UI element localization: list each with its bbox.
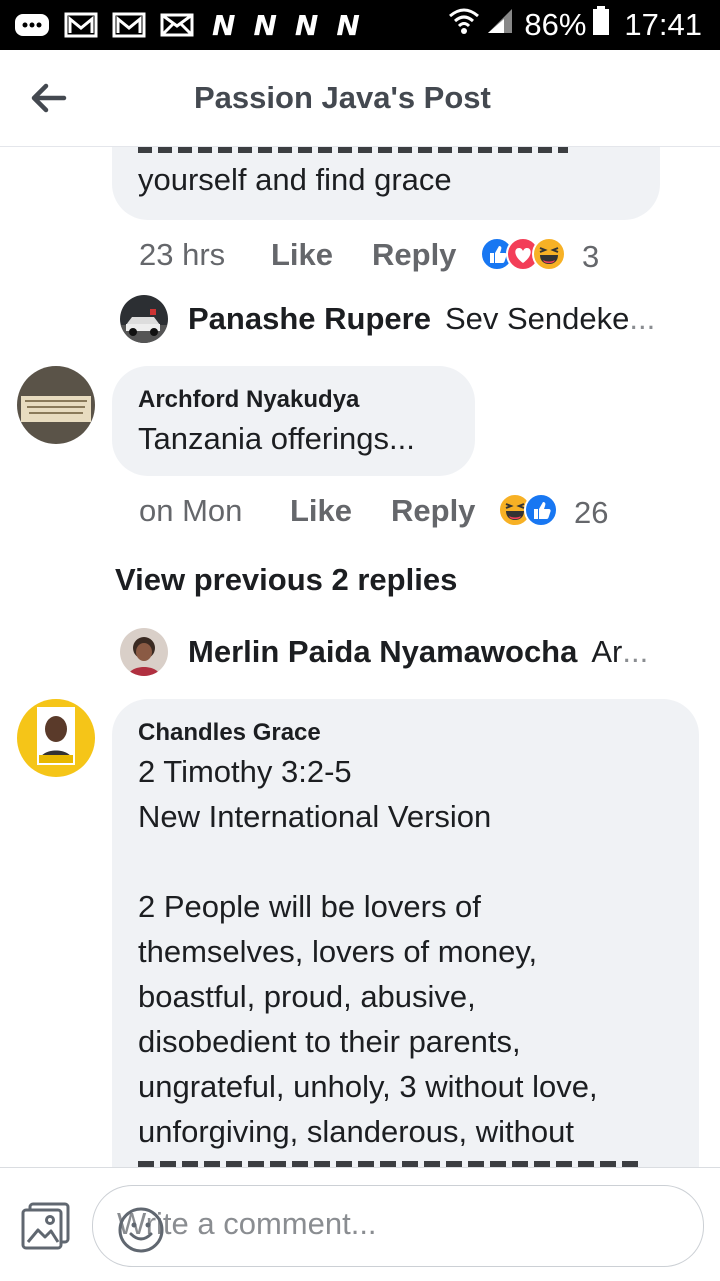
avatar (120, 295, 168, 343)
reply-author: Panashe Rupere (188, 301, 431, 336)
back-arrow-icon[interactable] (28, 78, 68, 118)
comment-time: on Mon (139, 493, 243, 528)
like-button[interactable]: Like (290, 493, 352, 529)
comment-line: unforgiving, slanderous, without (138, 1114, 574, 1149)
comment-line: 2 Timothy 3:2-5 (138, 754, 352, 789)
emoji-icon[interactable] (117, 1206, 165, 1254)
reply-button[interactable]: Reply (372, 237, 456, 273)
notification-n-icon: N (212, 8, 236, 42)
like-button[interactable]: Like (271, 237, 333, 273)
app-header: Passion Java's Post (0, 50, 720, 147)
comments-list: yourself and find grace 23 hrs Like Repl… (0, 147, 720, 1167)
status-bar: N N N N 86% 17:41 (0, 0, 720, 50)
comment-line: boastful, proud, abusive, (138, 979, 476, 1014)
battery-percent: 86% (524, 7, 587, 42)
comment-line: 2 People will be lovers of (138, 889, 481, 924)
photo-icon[interactable] (20, 1200, 72, 1252)
comment-bubble[interactable]: yourself and find grace (112, 147, 660, 220)
comment-time: 23 hrs (139, 237, 226, 272)
like-reaction-icon (524, 493, 558, 532)
signal-icon (486, 7, 514, 43)
comment-line: themselves, lovers of money, (138, 934, 538, 969)
reply-text: Ar (591, 634, 623, 669)
view-previous-replies-link[interactable]: View previous 2 replies (115, 562, 457, 598)
messages-icon (14, 11, 50, 39)
gmail-icon (112, 11, 146, 39)
reaction-count: 3 (582, 238, 600, 274)
reply-preview[interactable]: Merlin Paida Nyamawocha Ar ... (120, 628, 648, 676)
wifi-icon (448, 6, 480, 44)
mail-icon (160, 11, 194, 39)
notification-n-icon: N (253, 8, 277, 42)
comment-author[interactable]: Archford Nyakudya (138, 386, 359, 414)
comment-text: Tanzania offerings... (138, 421, 415, 456)
comment-line: ungrateful, unholy, 3 without love, (138, 1069, 598, 1104)
reply-text: Sev Sendeke (444, 301, 630, 336)
comment-input[interactable]: Write a comment... (92, 1185, 704, 1267)
comment-bubble[interactable]: Archford Nyakudya Tanzania offerings... (112, 366, 475, 476)
avatar (120, 628, 168, 676)
comment-line: New International Version (138, 799, 492, 834)
comment-author[interactable]: Chandles Grace (138, 719, 321, 747)
reply-author: Merlin Paida Nyamawocha (188, 634, 578, 669)
reactions-summary[interactable]: 26 (498, 493, 608, 532)
comment-line: disobedient to their parents, (138, 1024, 521, 1059)
reply-button[interactable]: Reply (391, 493, 475, 529)
page-title: Passion Java's Post (194, 80, 491, 115)
reactions-summary[interactable]: 3 (480, 237, 599, 276)
comment-text: yourself and find grace (138, 162, 452, 197)
notification-n-icon: N (336, 8, 360, 42)
battery-icon (592, 6, 610, 44)
comment-bubble[interactable]: Chandles Grace 2 Timothy 3:2-5 New Inter… (112, 699, 699, 1167)
haha-reaction-icon (532, 237, 566, 276)
notification-n-icon: N (294, 8, 319, 42)
clock: 17:41 (624, 7, 702, 42)
reaction-count: 26 (574, 494, 609, 530)
comment-text-cut (138, 147, 658, 157)
avatar[interactable] (17, 699, 95, 777)
gmail-icon (64, 11, 98, 39)
comment-composer: Write a comment... (0, 1167, 720, 1281)
avatar[interactable] (17, 366, 95, 444)
reply-ellipsis: ... (629, 301, 656, 336)
reply-ellipsis: ... (622, 634, 649, 669)
reply-preview[interactable]: Panashe Rupere Sev Sendeke ... (120, 295, 655, 343)
